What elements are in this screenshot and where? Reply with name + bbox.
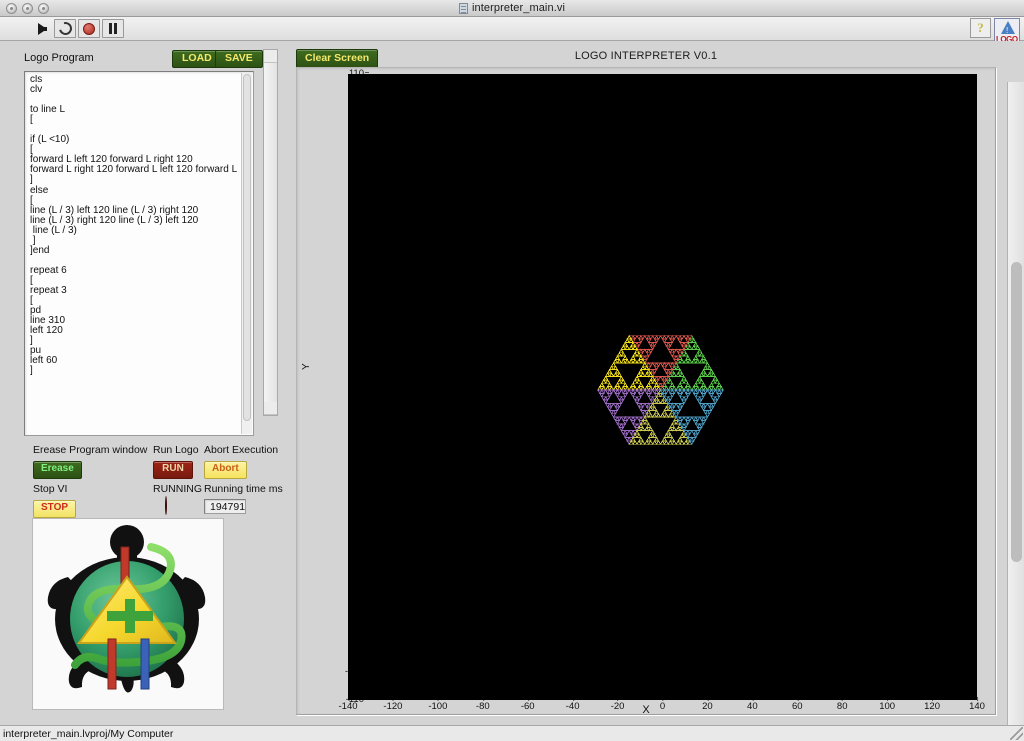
x-tick-label: 80 [837,702,848,712]
x-tick-label: 100 [879,702,895,712]
xy-graph[interactable]: Y X 1101009080706050403020100-10-20-30-4… [296,67,996,715]
front-panel: Logo Program LOAD SAVE cls clv to line L… [0,41,1024,725]
running-indicator-led [165,496,167,515]
labview-logo-turtle [32,518,224,710]
y-axis-label: Y [301,363,312,370]
abort-execution-caption: Abort Execution [204,444,278,456]
x-tick-label: -100 [428,702,447,712]
stop-vi-button[interactable]: STOP [33,500,76,518]
program-editor-section: Logo Program LOAD SAVE cls clv to line L… [24,49,286,436]
x-tick-label: -20 [611,702,625,712]
resize-grip[interactable] [1010,727,1023,740]
program-text-area[interactable]: cls clv to line L [ if (L <10) [ forward… [24,71,254,436]
close-button[interactable] [6,3,17,14]
graph-vertical-scrollbar[interactable] [981,70,993,714]
status-bar-text: interpreter_main.lvproj/My Computer [3,728,173,740]
vi-toolbar: ? LOGO [0,17,1024,41]
run-continuously-icon[interactable] [54,19,76,38]
run-logo-caption: Run Logo [153,444,199,456]
running-time-value: 194791 [204,499,246,514]
toolbar-buttons [32,19,124,38]
abort-stop-icon[interactable] [78,19,100,38]
application-window: interpreter_main.vi ? LOGO Logo Program … [0,0,1024,741]
graph-panel: Clear Screen LOGO INTERPRETER V0.1 Y X 1… [296,47,996,717]
vi-document-icon [459,3,468,14]
window-titlebar: interpreter_main.vi [0,0,1024,17]
window-title-text: interpreter_main.vi [472,2,565,14]
stop-vi-control: Stop VI STOP [33,483,76,518]
status-bar: interpreter_main.lvproj/My Computer [0,725,1024,741]
x-tick-label: 0 [660,702,665,712]
maximize-button[interactable] [38,3,49,14]
turtle-graphic [33,519,223,709]
sierpinski-fractal-plot [348,74,977,700]
program-label: Logo Program [24,52,94,64]
window-title: interpreter_main.vi [459,2,565,14]
x-tick-label: -80 [476,702,490,712]
running-indicator-control: RUNNING [153,483,202,515]
run-logo-button[interactable]: RUN [153,461,193,479]
program-scrollbar[interactable] [256,49,278,416]
abort-execution-button[interactable]: Abort [204,461,247,479]
abort-execution-control: Abort Execution Abort [204,444,278,479]
graph-title: LOGO INTERPRETER V0.1 [296,50,996,62]
program-header: Logo Program LOAD SAVE [24,49,286,67]
x-tick-label: -60 [521,702,535,712]
x-tick-label: 40 [747,702,758,712]
x-tick-label: 60 [792,702,803,712]
run-arrow-icon[interactable] [32,19,52,38]
run-logo-control: Run Logo RUN [153,444,199,479]
x-tick-label: -120 [383,702,402,712]
program-inner-scrollbar[interactable] [241,73,252,434]
x-tick-label: 120 [924,702,940,712]
help-question-icon[interactable]: ? [970,18,991,38]
front-panel-content: Logo Program LOAD SAVE cls clv to line L… [0,41,1007,725]
panel-scroll-thumb[interactable] [1011,262,1022,562]
x-tick-label: -40 [566,702,580,712]
erase-button[interactable]: Erease [33,461,82,479]
program-code[interactable]: cls clv to line L [ if (L <10) [ forward… [30,75,239,433]
window-controls [6,3,49,14]
erase-control: Erease Program window Erease [33,444,147,479]
x-tick-label: -140 [338,702,357,712]
plot-canvas[interactable] [348,74,977,700]
stop-vi-caption: Stop VI [33,483,76,495]
panel-vertical-scrollbar[interactable] [1007,82,1024,741]
pause-icon[interactable] [102,19,124,38]
running-time-control: Running time ms 194791 [204,483,283,515]
x-tick-label: 20 [702,702,713,712]
graph-header: Clear Screen LOGO INTERPRETER V0.1 [296,47,996,67]
minimize-button[interactable] [22,3,33,14]
running-time-caption: Running time ms [204,483,283,495]
running-caption: RUNNING [153,483,202,495]
erase-caption: Erease Program window [33,444,147,456]
